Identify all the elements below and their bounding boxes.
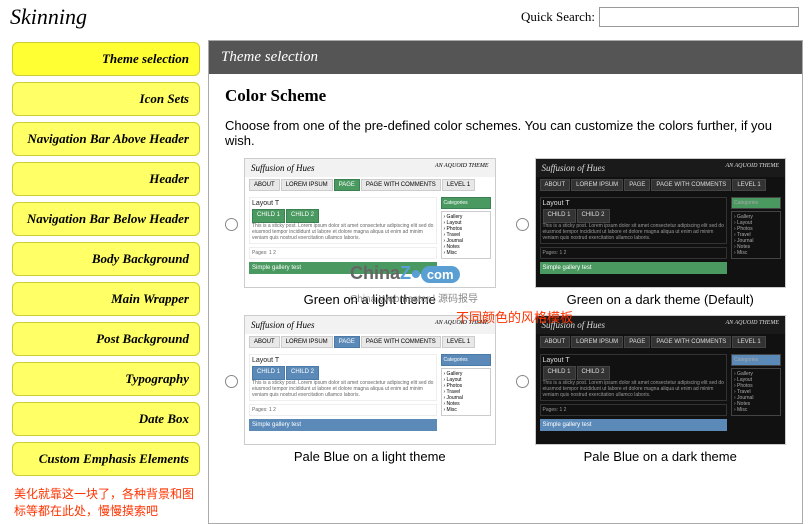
scheme-radio[interactable] bbox=[516, 375, 529, 388]
nav-date-box[interactable]: Date Box bbox=[12, 402, 200, 436]
main-panel: Theme selection Color Scheme Choose from… bbox=[208, 40, 803, 524]
annotation-text: 不同颜色的风格模板 bbox=[456, 307, 573, 326]
nav-bar-below-header[interactable]: Navigation Bar Below Header bbox=[12, 202, 200, 236]
scheme-caption: Pale Blue on a light theme bbox=[244, 449, 496, 464]
search-input[interactable] bbox=[599, 7, 799, 27]
main-header: Theme selection bbox=[209, 41, 802, 74]
nav-typography[interactable]: Typography bbox=[12, 362, 200, 396]
section-title: Color Scheme bbox=[225, 86, 786, 106]
scheme-thumbnail[interactable]: Suffusion of HuesAN AQUOID THEME ABOUTLO… bbox=[535, 158, 787, 288]
search-label: Quick Search: bbox=[521, 9, 595, 25]
watermark-suffix: com bbox=[421, 266, 460, 283]
nav-post-background[interactable]: Post Background bbox=[12, 322, 200, 356]
page-title: Skinning bbox=[10, 4, 87, 30]
watermark-brand-a: China bbox=[350, 263, 400, 283]
nav-body-background[interactable]: Body Background bbox=[12, 242, 200, 276]
nav-main-wrapper[interactable]: Main Wrapper bbox=[12, 282, 200, 316]
watermark-brand-b: Z bbox=[400, 263, 411, 283]
nav-bar-above-header[interactable]: Navigation Bar Above Header bbox=[12, 122, 200, 156]
scheme-thumbnail[interactable]: Suffusion of HuesAN AQUOID THEME ABOUTLO… bbox=[535, 315, 787, 445]
scheme-radio[interactable] bbox=[225, 218, 238, 231]
scheme-thumbnail[interactable]: Suffusion of HuesAN AQUOID THEME ABOUTLO… bbox=[244, 315, 496, 445]
sidebar-note: 美化就靠这一块了，各种背景和图标等都在此处，慢慢摸索吧 bbox=[6, 482, 206, 524]
nav-theme-selection[interactable]: Theme selection bbox=[12, 42, 200, 76]
scheme-caption: Green on a dark theme (Default) bbox=[535, 292, 787, 307]
nav-custom-emphasis[interactable]: Custom Emphasis Elements bbox=[12, 442, 200, 476]
watermark: ChinaZ•com China Webmaster | 源码报导 bbox=[350, 258, 478, 305]
search-wrap: Quick Search: bbox=[521, 7, 799, 27]
nav-icon-sets[interactable]: Icon Sets bbox=[12, 82, 200, 116]
scheme-caption: Pale Blue on a dark theme bbox=[535, 449, 787, 464]
nav-header[interactable]: Header bbox=[12, 162, 200, 196]
scheme-radio[interactable] bbox=[516, 218, 529, 231]
sidebar: Theme selection Icon Sets Navigation Bar… bbox=[6, 34, 206, 524]
watermark-sub: China Webmaster | 源码报导 bbox=[350, 290, 478, 305]
scheme-radio[interactable] bbox=[225, 375, 238, 388]
section-description: Choose from one of the pre-defined color… bbox=[225, 118, 786, 148]
